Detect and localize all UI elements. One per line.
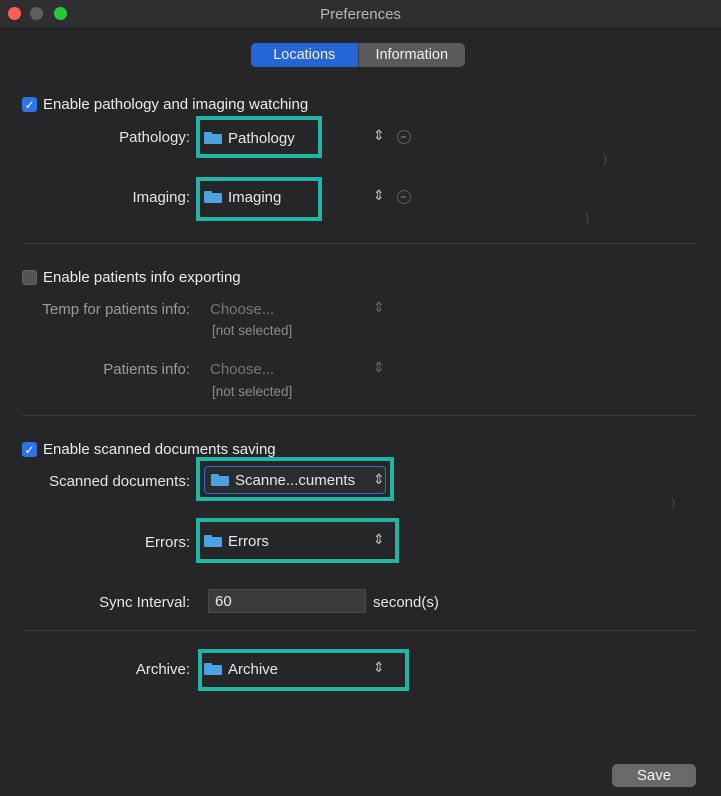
temp-updown-icon[interactable]: ⇕ [373,300,385,314]
tab-information[interactable]: Information [357,43,466,67]
imaging-label: Imaging: [132,189,190,206]
patients-updown-icon[interactable]: ⇕ [373,360,385,374]
folder-icon [211,474,229,486]
scanned-documents-label: Scanned documents: [49,473,190,490]
errors-folder-name: Errors [228,532,269,550]
watching-checkbox-label: Enable pathology and imaging watching [43,96,309,113]
watching-checkbox-row[interactable]: ✓ Enable pathology and imaging watching [22,96,308,113]
watching-checkbox[interactable]: ✓ [22,97,37,112]
imaging-folder-popup[interactable]: Imaging [204,183,320,211]
sync-interval-label: Sync Interval: [99,594,190,611]
folder-icon [204,191,222,203]
export-checkbox-row[interactable]: Enable patients info exporting [22,269,241,286]
section-divider [22,243,696,244]
errors-label: Errors: [145,534,190,551]
patients-info-label: Patients info: [103,361,190,378]
title-bar: Preferences [0,0,721,29]
sync-interval-unit: second(s) [373,594,439,611]
patients-info-placeholder: Choose... [210,360,275,378]
patients-info-status: [not selected] [212,384,293,399]
decorative-paren: ) [603,151,608,166]
sync-interval-input[interactable]: 60 [208,589,366,613]
imaging-folder-name: Imaging [228,188,282,206]
pathology-folder-popup[interactable]: Pathology [204,124,320,152]
scanned-checkbox-label: Enable scanned documents saving [43,441,276,458]
imaging-updown-icon[interactable]: ⇕ [373,188,385,202]
pathology-folder-name: Pathology [228,129,295,147]
pathology-remove-icon[interactable] [397,130,411,144]
section-divider [22,415,696,416]
folder-icon [204,663,222,675]
scanned-checkbox[interactable]: ✓ [22,442,37,457]
imaging-remove-icon[interactable] [397,190,411,204]
pathology-label: Pathology: [119,129,190,146]
scanned-documents-popup[interactable]: Scanne...cuments [204,466,386,494]
section-divider [22,630,696,631]
tab-bar: Locations Information [251,43,465,67]
scanned-documents-folder-name: Scanne...cuments [235,471,356,489]
export-checkbox-label: Enable patients info exporting [43,269,241,286]
temp-patients-info-popup[interactable]: Choose... [210,299,380,319]
patients-info-popup[interactable]: Choose... [210,359,380,379]
decorative-paren: ) [671,495,676,510]
scanned-updown-icon[interactable]: ⇕ [373,472,385,486]
pathology-updown-icon[interactable]: ⇕ [373,128,385,142]
decorative-paren: ) [585,210,590,225]
archive-updown-icon[interactable]: ⇕ [373,660,385,674]
archive-folder-name: Archive [228,660,279,678]
archive-label: Archive: [135,661,190,678]
folder-icon [204,132,222,144]
folder-icon [204,535,222,547]
errors-updown-icon[interactable]: ⇕ [373,532,385,546]
temp-patients-info-status: [not selected] [212,323,293,338]
tab-locations[interactable]: Locations [251,43,358,67]
save-button[interactable]: Save [612,764,696,787]
scanned-checkbox-row[interactable]: ✓ Enable scanned documents saving [22,441,276,458]
errors-folder-popup[interactable]: Errors [204,527,374,555]
temp-patients-info-label: Temp for patients info: [42,301,190,318]
archive-folder-popup[interactable]: Archive [204,655,384,683]
window-title: Preferences [320,6,401,23]
export-checkbox[interactable] [22,270,37,285]
temp-patients-info-placeholder: Choose... [210,300,275,318]
